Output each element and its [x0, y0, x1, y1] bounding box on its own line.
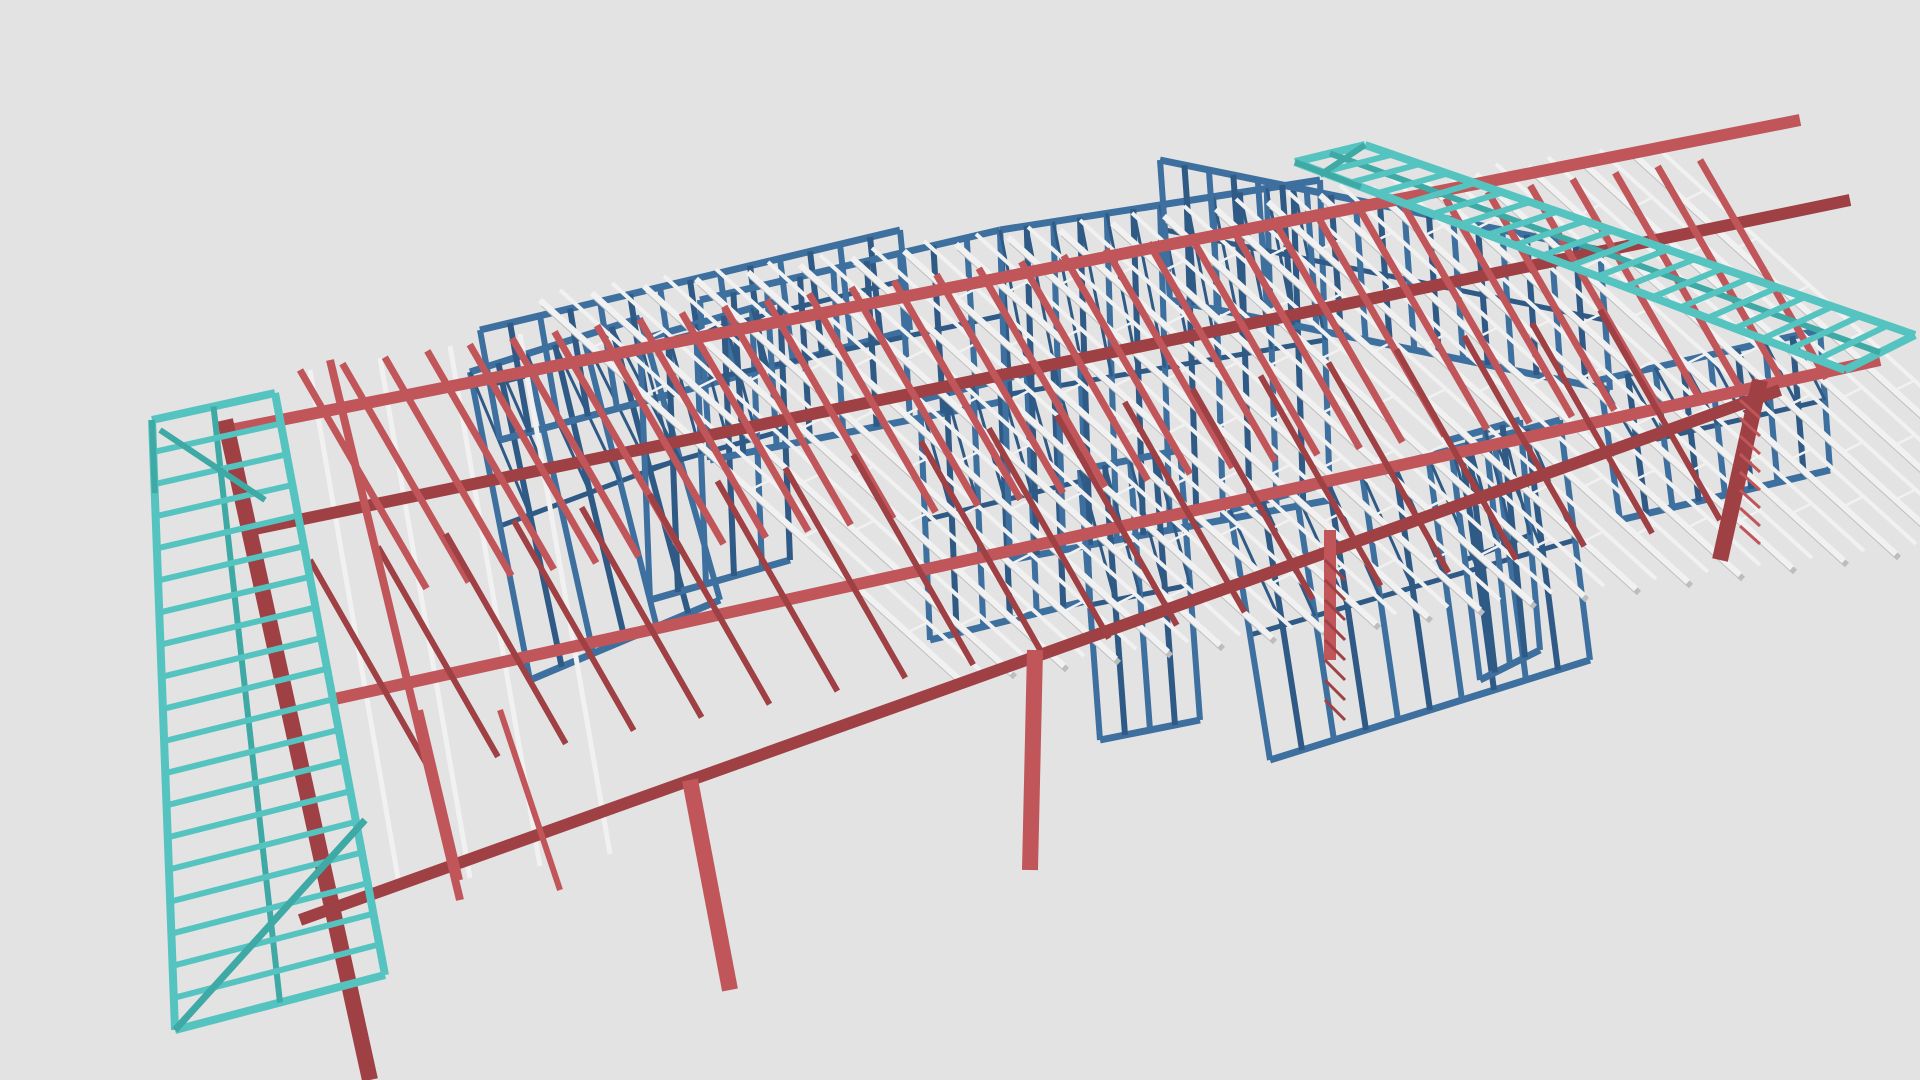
truss-web-343: [1582, 475, 1604, 489]
truss-web-384: [1842, 495, 1865, 508]
steel-frame-model[interactable]: [0, 0, 1920, 1080]
purlin-lower-458: [375, 545, 501, 759]
truss-web-412: [1893, 379, 1916, 392]
3d-viewport[interactable]: [0, 0, 1920, 1080]
truss-web-212: [853, 519, 876, 532]
truss-web-354: [1686, 516, 1709, 529]
column-482: [1022, 649, 1043, 871]
truss-web-294: [1374, 558, 1397, 571]
canopy-brace-524: [149, 419, 158, 494]
truss-web-403: [1894, 433, 1916, 447]
truss-web-302: [1321, 456, 1344, 469]
column-lattice-490: [1323, 658, 1347, 682]
truss-web-230: [852, 410, 875, 423]
end-purlin-480: [497, 709, 563, 891]
truss-web-214: [958, 614, 981, 627]
truss-web-394: [1894, 488, 1917, 501]
column-481: [682, 778, 738, 992]
truss-web-408: [1683, 189, 1706, 202]
truss-web-393: [1842, 440, 1864, 454]
truss-web-374: [1790, 502, 1813, 515]
truss-web-331: [1425, 387, 1447, 401]
truss-web-334: [1582, 530, 1605, 543]
truss-web-402: [1841, 386, 1864, 399]
column-lattice-498: [1738, 488, 1762, 510]
truss-web-204: [906, 621, 929, 634]
